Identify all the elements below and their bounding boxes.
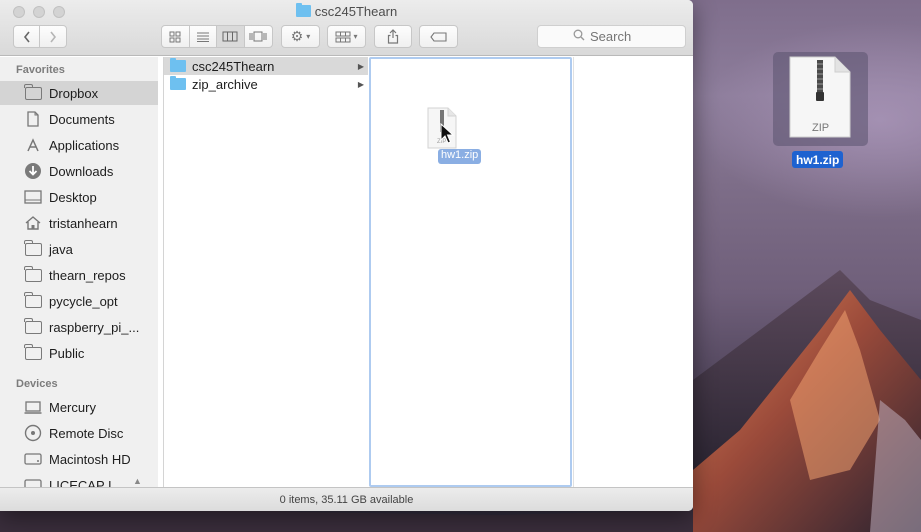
- folder-icon: [24, 239, 42, 257]
- sidebar-item-licecap[interactable]: LICECAP I... ▲: [0, 473, 158, 487]
- hard-drive-icon: [24, 451, 42, 467]
- disc-icon: [24, 424, 42, 442]
- desktop-doc-text: ZIP: [812, 122, 829, 134]
- cover-flow-view-button[interactable]: [245, 26, 272, 47]
- home-icon: [24, 215, 42, 231]
- sidebar-item-label: java: [49, 241, 73, 257]
- cover-flow-icon: [249, 31, 267, 42]
- action-menu-button[interactable]: ⚙ ▾: [281, 25, 320, 48]
- search-input[interactable]: [590, 29, 650, 44]
- list-view-button[interactable]: [190, 26, 217, 47]
- sidebar-item-java[interactable]: java: [0, 237, 158, 261]
- column-2-drop-target[interactable]: [369, 57, 572, 487]
- column-item-csc245thearn[interactable]: csc245Thearn ▶: [164, 57, 368, 75]
- back-forward-buttons: [13, 25, 67, 48]
- eject-icon[interactable]: ▲: [133, 476, 142, 486]
- sidebar-item-label: Mercury: [49, 399, 96, 415]
- sidebar-item-raspberry-pi[interactable]: raspberry_pi_...: [0, 315, 158, 339]
- chevron-down-icon: ▾: [306, 32, 311, 41]
- column-view-button[interactable]: [217, 26, 245, 47]
- disclosure-arrow-icon: ▶: [357, 79, 364, 89]
- chevron-right-icon: [50, 31, 57, 42]
- sidebar-item-documents[interactable]: Documents: [0, 107, 158, 131]
- folder-icon: [24, 317, 42, 335]
- folder-icon: [24, 265, 42, 283]
- sidebar-item-label: pycycle_opt: [49, 293, 118, 309]
- sidebar-item-remote-disc[interactable]: Remote Disc: [0, 421, 158, 445]
- column-divider: [573, 57, 574, 487]
- gear-icon: ⚙: [290, 28, 304, 44]
- sidebar: Favorites Dropbox Documents Applications…: [0, 57, 158, 487]
- sidebar-item-downloads[interactable]: Downloads: [0, 159, 158, 183]
- dropbox-folder-icon: [24, 83, 42, 101]
- status-text: 0 items, 35.11 GB available: [279, 493, 414, 506]
- sidebar-item-dropbox[interactable]: Dropbox: [0, 81, 158, 105]
- tags-button[interactable]: [419, 25, 458, 48]
- status-bar: 0 items, 35.11 GB available: [0, 487, 693, 511]
- sidebar-item-label: Documents: [49, 111, 115, 127]
- columns-icon: [222, 31, 238, 42]
- desktop-file-label[interactable]: hw1.zip: [792, 151, 844, 168]
- column-item-label: zip_archive: [192, 76, 258, 92]
- mouse-pointer-icon: [440, 123, 454, 144]
- share-icon: [387, 29, 399, 44]
- window-toolbar: csc245Thearn ⚙ ▾ ▾ Search: [0, 0, 693, 56]
- disclosure-arrow-icon: ▶: [357, 61, 364, 71]
- arrange-menu-button[interactable]: ▾: [327, 25, 366, 48]
- grid-icon: [169, 31, 181, 42]
- favorites-header: Favorites: [16, 64, 65, 76]
- sidebar-item-label: Dropbox: [49, 85, 99, 101]
- folder-icon: [170, 76, 186, 90]
- documents-icon: [24, 111, 42, 127]
- chevron-left-icon: [23, 31, 30, 42]
- sidebar-item-label: Public: [49, 345, 85, 361]
- search-field[interactable]: [537, 25, 686, 48]
- folder-icon: [295, 3, 311, 17]
- window-title-text: csc245Thearn: [314, 4, 398, 19]
- sidebar-item-mercury[interactable]: Mercury: [0, 395, 158, 419]
- sidebar-item-label: Downloads: [49, 163, 114, 179]
- folder-icon: [24, 291, 42, 309]
- column-item-label: csc245Thearn: [192, 58, 275, 74]
- sidebar-item-desktop[interactable]: Desktop: [0, 185, 158, 209]
- back-button[interactable]: [14, 26, 41, 47]
- list-icon: [196, 32, 209, 42]
- sidebar-item-label: thearn_repos: [49, 267, 126, 283]
- column-1: csc245Thearn ▶ zip_archive ▶: [163, 57, 368, 487]
- sidebar-item-label: Applications: [49, 137, 120, 153]
- computer-icon: [24, 399, 42, 415]
- sidebar-item-tristanhearn[interactable]: tristanhearn: [0, 211, 158, 235]
- folder-icon: [170, 58, 186, 72]
- window-title: csc245Thearn: [0, 3, 693, 19]
- sidebar-item-label: LICECAP I...: [49, 477, 123, 488]
- forward-button[interactable]: [40, 26, 66, 47]
- share-button[interactable]: [374, 25, 412, 48]
- icon-view-button[interactable]: [162, 26, 190, 47]
- sidebar-item-macintosh-hd[interactable]: Macintosh HD: [0, 447, 158, 471]
- chevron-down-icon: ▾: [353, 32, 358, 41]
- view-mode-selector: [161, 25, 273, 48]
- folder-icon: [24, 343, 42, 361]
- sidebar-item-label: Desktop: [49, 189, 97, 205]
- sidebar-item-label: Macintosh HD: [49, 451, 131, 467]
- devices-header: Devices: [16, 378, 58, 390]
- column-item-zip-archive[interactable]: zip_archive ▶: [164, 75, 368, 93]
- sidebar-item-thearn-repos[interactable]: thearn_repos: [0, 263, 158, 287]
- sidebar-item-label: raspberry_pi_...: [49, 319, 140, 335]
- downloads-icon: [24, 163, 42, 179]
- finder-window: csc245Thearn ⚙ ▾ ▾ Search Favorites Drop…: [0, 0, 693, 511]
- arrange-grid-icon: [335, 31, 351, 42]
- search-icon: [573, 29, 585, 44]
- sidebar-item-label: tristanhearn: [49, 215, 118, 231]
- sidebar-item-public[interactable]: Public: [0, 341, 158, 365]
- desktop-zip-file-icon[interactable]: ZIP: [789, 56, 851, 138]
- sidebar-item-pycycle-opt[interactable]: pycycle_opt: [0, 289, 158, 313]
- sidebar-item-label: Remote Disc: [49, 425, 124, 441]
- dragged-file-label: hw1.zip: [438, 149, 482, 164]
- applications-icon: [24, 137, 42, 153]
- tag-icon: [429, 31, 447, 42]
- sidebar-item-applications[interactable]: Applications: [0, 133, 158, 157]
- disk-image-icon: [24, 477, 42, 487]
- desktop-icon: [24, 189, 42, 205]
